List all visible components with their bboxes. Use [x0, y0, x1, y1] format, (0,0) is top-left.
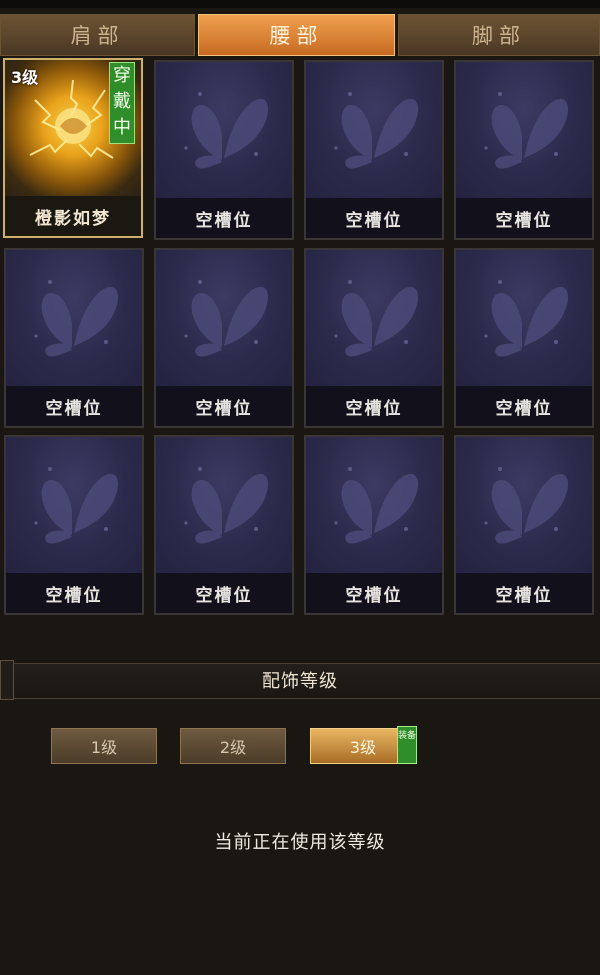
slot-label: 空槽位 — [456, 386, 592, 426]
slot-label: 空槽位 — [156, 573, 292, 613]
butterfly-icon — [456, 250, 592, 386]
butterfly-icon — [6, 250, 142, 386]
butterfly-icon — [306, 437, 442, 573]
equipped-tag: 装备 — [397, 726, 417, 764]
butterfly-icon — [456, 62, 592, 198]
butterfly-icon — [306, 250, 442, 386]
slot-empty[interactable]: 空槽位 — [454, 248, 594, 428]
slot-empty[interactable]: 空槽位 — [154, 435, 294, 615]
slot-label: 空槽位 — [156, 386, 292, 426]
butterfly-icon — [6, 437, 142, 573]
level-section-title: 配饰等级 — [262, 671, 338, 692]
butterfly-icon — [156, 250, 292, 386]
tab-waist[interactable]: 腰部 — [198, 14, 395, 56]
butterfly-icon — [156, 62, 292, 198]
wearing-status-tag: 穿戴中 — [109, 62, 135, 144]
item-level-badge: 3级 — [11, 68, 39, 87]
slot-empty[interactable]: 空槽位 — [154, 60, 294, 240]
level-section-header: 配饰等级 — [0, 660, 600, 700]
slot-empty[interactable]: 空槽位 — [304, 435, 444, 615]
slot-label: 空槽位 — [456, 573, 592, 613]
slot-label: 空槽位 — [6, 573, 142, 613]
level-1-button[interactable]: 1级 — [51, 728, 157, 764]
slot-empty[interactable]: 空槽位 — [154, 248, 294, 428]
slot-empty[interactable]: 空槽位 — [304, 60, 444, 240]
slot-label: 空槽位 — [306, 198, 442, 238]
slot-label: 空槽位 — [156, 198, 292, 238]
level-2-button[interactable]: 2级 — [180, 728, 286, 764]
category-tabs: 肩部 腰部 脚部 — [0, 14, 600, 58]
slot-label: 空槽位 — [6, 386, 142, 426]
slot-equipped-item[interactable]: 3级 穿戴中 橙影如梦 — [3, 58, 143, 238]
slot-label: 空槽位 — [306, 573, 442, 613]
slot-empty[interactable]: 空槽位 — [454, 435, 594, 615]
tab-feet[interactable]: 脚部 — [398, 14, 600, 56]
slot-label: 空槽位 — [306, 386, 442, 426]
slot-empty[interactable]: 空槽位 — [304, 248, 444, 428]
slot-empty[interactable]: 空槽位 — [4, 435, 144, 615]
tab-shoulder[interactable]: 肩部 — [0, 14, 195, 56]
butterfly-icon — [156, 437, 292, 573]
slot-empty[interactable]: 空槽位 — [454, 60, 594, 240]
butterfly-icon — [456, 437, 592, 573]
slot-empty[interactable]: 空槽位 — [4, 248, 144, 428]
slot-label: 橙影如梦 — [5, 196, 141, 236]
butterfly-icon — [306, 62, 442, 198]
slot-label: 空槽位 — [456, 198, 592, 238]
level-status-text: 当前正在使用该等级 — [214, 832, 386, 853]
top-border — [0, 0, 600, 8]
